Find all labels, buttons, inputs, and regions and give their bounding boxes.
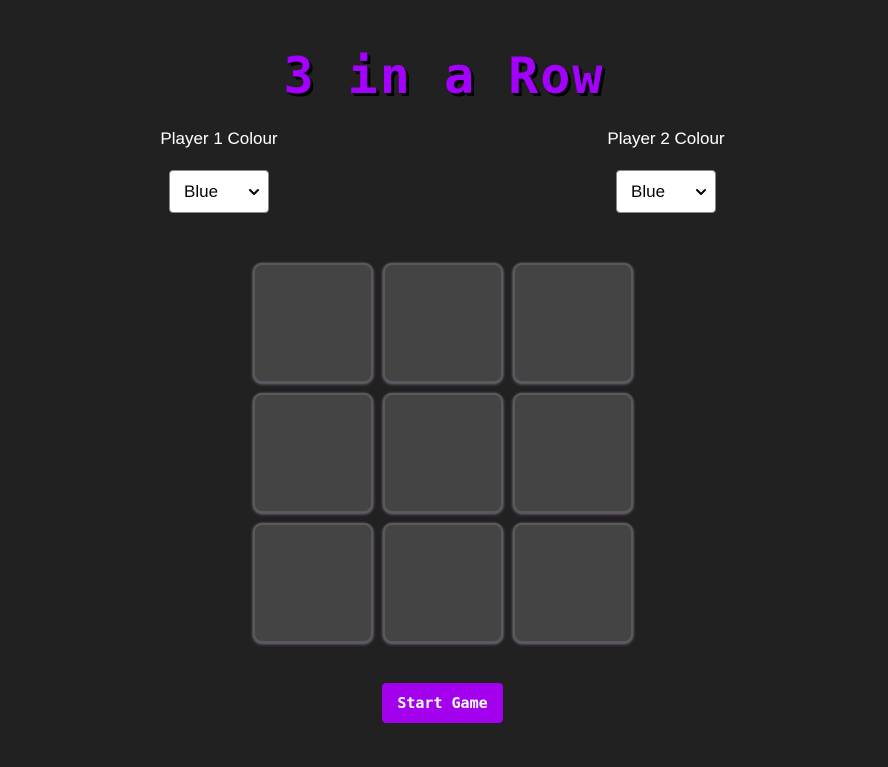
board-cell[interactable] [253, 393, 373, 513]
board-cell[interactable] [253, 523, 373, 643]
game-title: 3 in a Row [283, 47, 605, 105]
player1-selected-colour: Blue [184, 181, 219, 201]
player2-colour-label: Player 2 Colour [607, 129, 725, 148]
board-cell[interactable] [383, 523, 503, 643]
board-cell[interactable] [383, 393, 503, 513]
board-cell[interactable] [513, 263, 633, 383]
player2-colour-select[interactable]: Blue [616, 170, 716, 213]
player2-selected-colour: Blue [631, 181, 666, 201]
player1-colour-label: Player 1 Colour [160, 129, 278, 148]
board-cell[interactable] [383, 263, 503, 383]
board-cell[interactable] [253, 263, 373, 383]
board-cell[interactable] [513, 393, 633, 513]
chevron-down-icon [249, 188, 259, 195]
player1-colour-select[interactable]: Blue [169, 170, 269, 213]
game-board [253, 263, 633, 643]
board-cell[interactable] [513, 523, 633, 643]
start-game-button[interactable]: Start Game [382, 683, 503, 723]
chevron-down-icon [696, 188, 706, 195]
